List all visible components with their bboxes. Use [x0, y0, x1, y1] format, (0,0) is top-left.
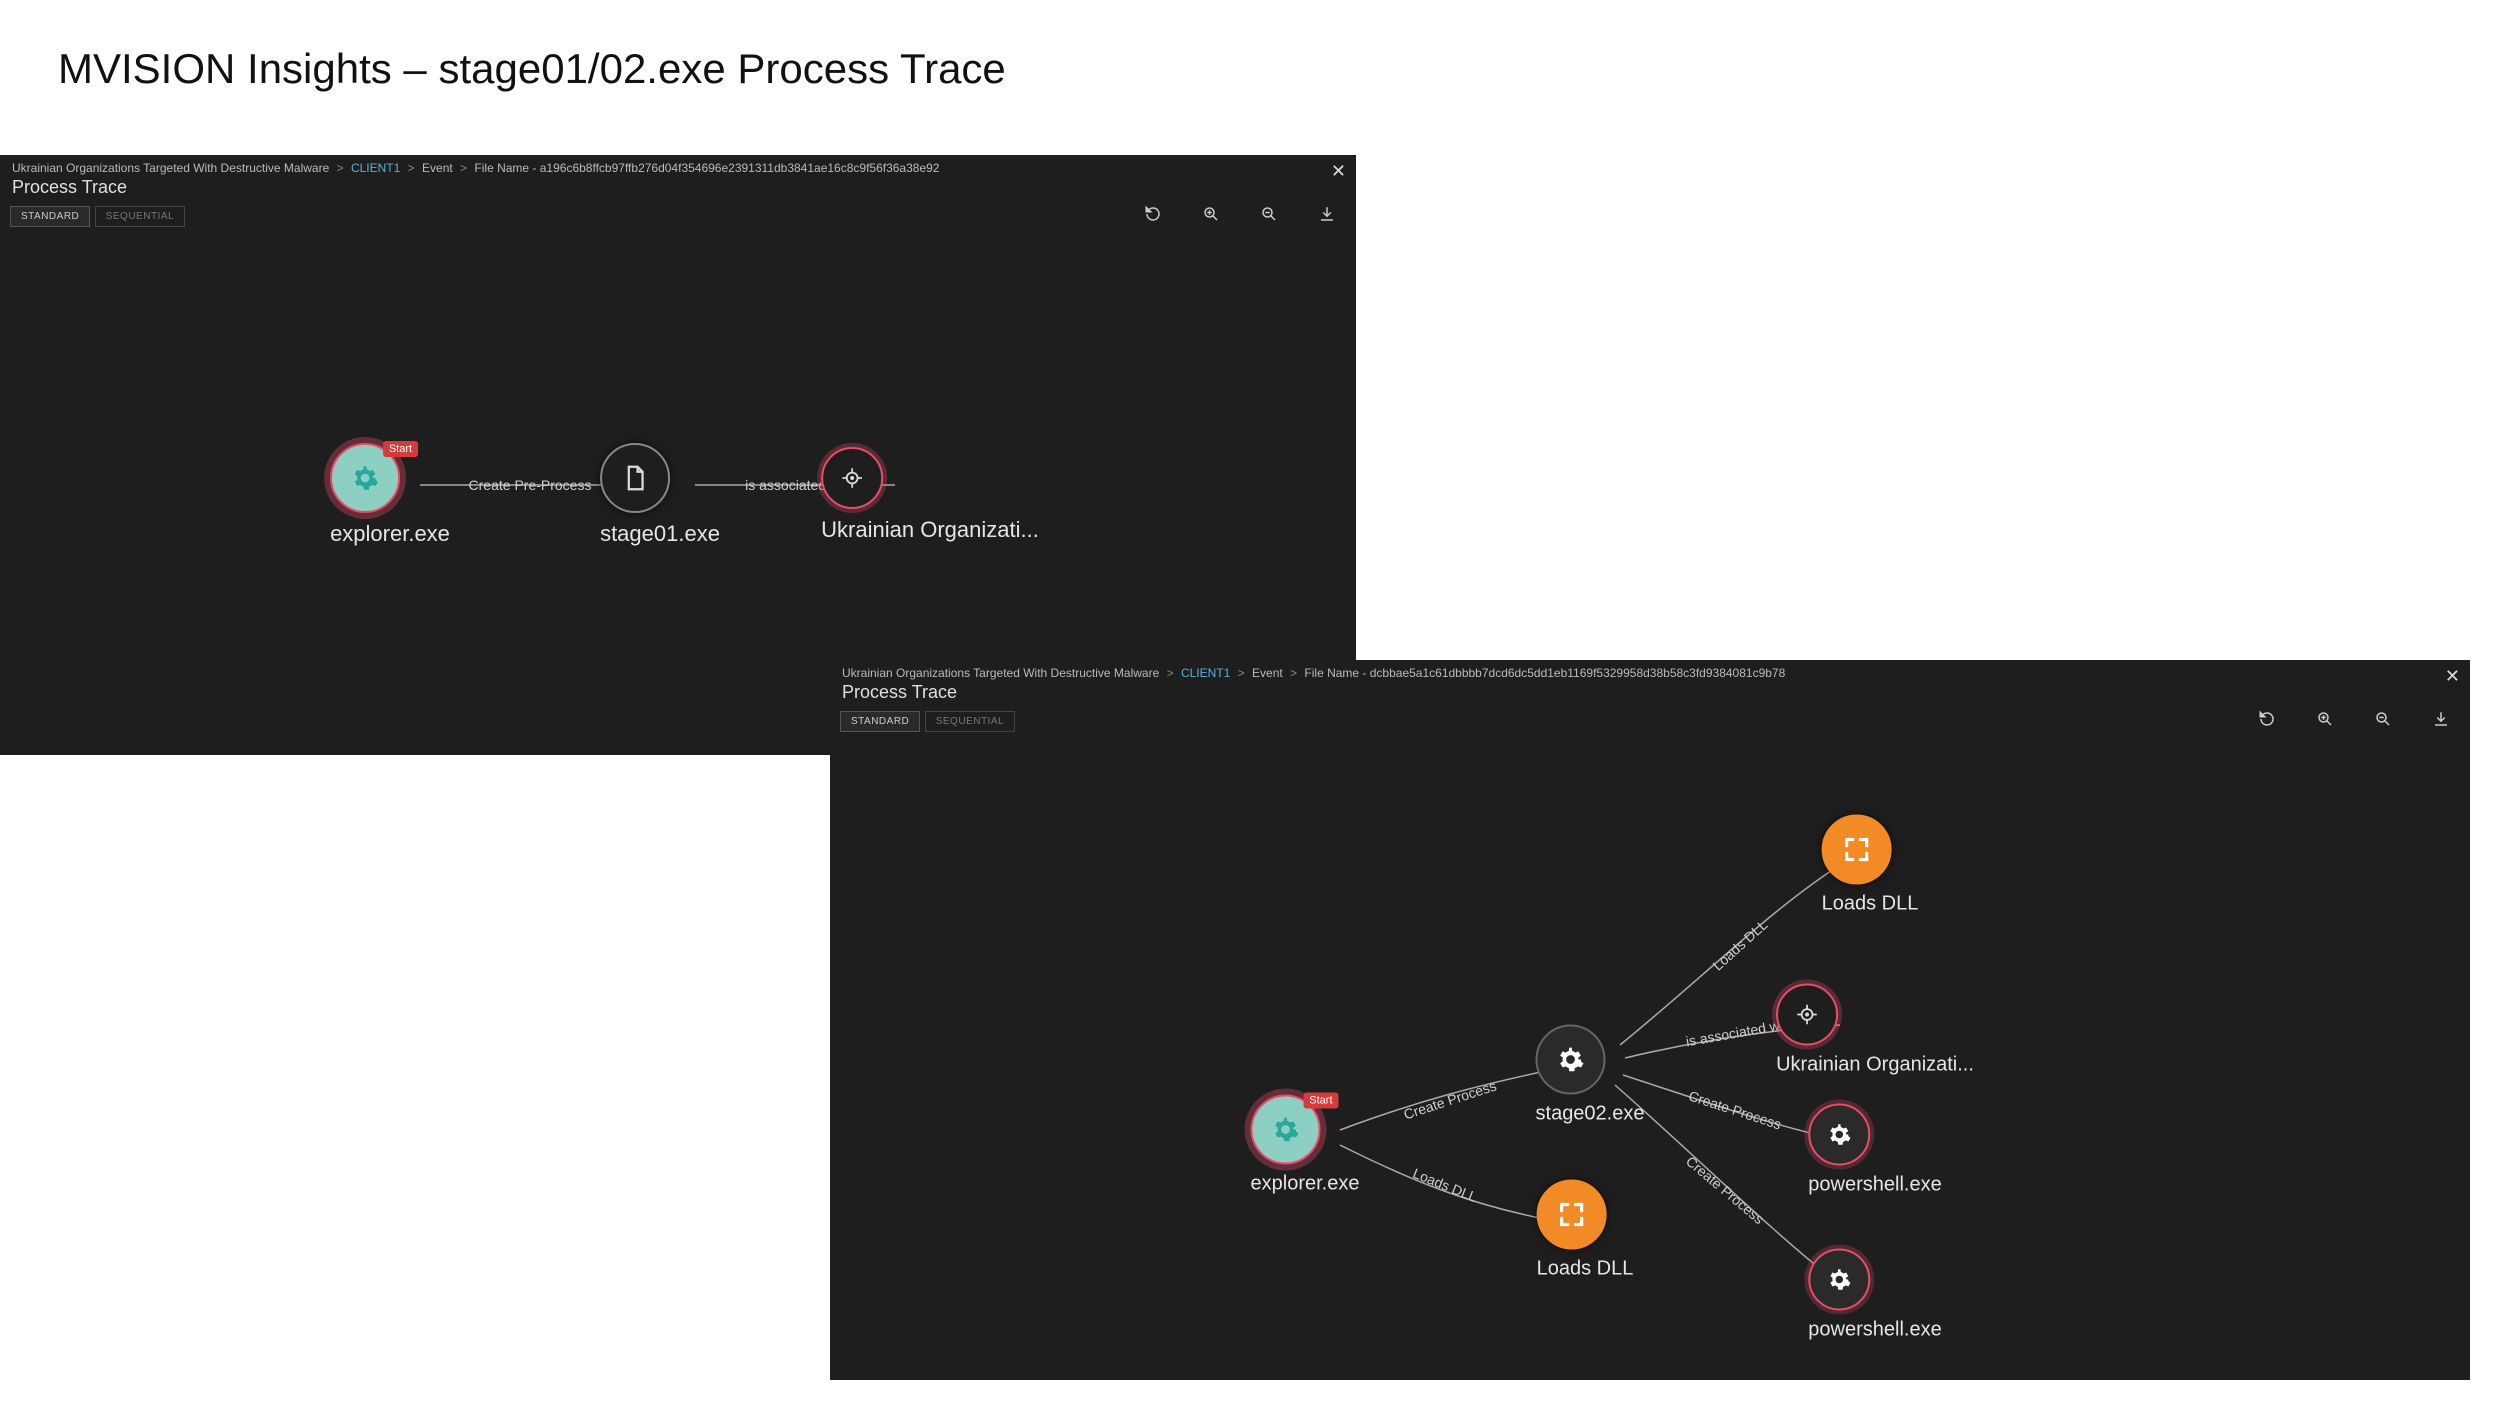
node-label: explorer.exe: [1251, 1173, 1360, 1196]
breadcrumb: Ukrainian Organizations Targeted With De…: [830, 660, 2470, 680]
breadcrumb-file: File Name - dcbbae5a1c61dbbbb7dcd6dc5dd1…: [1304, 666, 1785, 680]
edge-label: Create Pre-Process: [469, 477, 592, 493]
node-label: stage01.exe: [600, 521, 720, 547]
node-loads-dll-bottom[interactable]: Loads DLL: [1537, 1180, 1634, 1281]
expand-icon: [1822, 815, 1892, 885]
expand-icon: [1537, 1180, 1607, 1250]
page-title: MVISION Insights – stage01/02.exe Proces…: [58, 45, 1006, 93]
breadcrumb-event[interactable]: Event: [422, 161, 453, 175]
zoom-in-icon[interactable]: [1202, 205, 1220, 228]
breadcrumb-campaign[interactable]: Ukrainian Organizations Targeted With De…: [12, 161, 329, 175]
node-label: Ukrainian Organizati...: [1776, 1054, 1974, 1077]
panel-title: Process Trace: [0, 175, 1356, 204]
breadcrumb-client[interactable]: CLIENT1: [1181, 666, 1230, 680]
start-badge: Start: [1303, 1093, 1338, 1109]
file-icon: [600, 443, 670, 513]
edge-label: Loads DLL: [1709, 916, 1770, 973]
breadcrumb-file: File Name - a196c6b8ffcb97ffb276d04f3546…: [474, 161, 939, 175]
edge-label: Create Process: [1687, 1087, 1784, 1132]
node-explorer[interactable]: Start explorer.exe: [1251, 1095, 1360, 1196]
breadcrumb-client[interactable]: CLIENT1: [351, 161, 400, 175]
tab-standard[interactable]: STANDARD: [10, 206, 90, 227]
node-stage02[interactable]: stage02.exe: [1536, 1025, 1645, 1126]
node-stage01[interactable]: stage01.exe: [600, 443, 720, 547]
download-icon[interactable]: [1318, 205, 1336, 228]
edge-label: Loads DLL: [1411, 1165, 1480, 1205]
node-label: stage02.exe: [1536, 1103, 1645, 1126]
gear-icon: Start: [330, 443, 400, 513]
breadcrumb-campaign[interactable]: Ukrainian Organizations Targeted With De…: [842, 666, 1159, 680]
reset-icon[interactable]: [1144, 205, 1162, 228]
node-label: Loads DLL: [1822, 893, 1919, 916]
tab-sequential[interactable]: SEQUENTIAL: [95, 206, 185, 227]
graph-canvas[interactable]: Create Process Loads DLL Loads DLL is as…: [830, 730, 2470, 1380]
node-explorer[interactable]: Start explorer.exe: [330, 443, 450, 547]
node-label: powershell.exe: [1808, 1174, 1941, 1197]
start-badge: Start: [383, 441, 418, 457]
view-tabs: STANDARD SEQUENTIAL: [840, 711, 2460, 732]
node-campaign[interactable]: Ukrainian Organizati...: [1776, 984, 1974, 1077]
gear-icon: [1808, 1249, 1870, 1311]
graph-toolbar: [1144, 205, 1336, 228]
node-label: Loads DLL: [1537, 1258, 1634, 1281]
gear-icon: Start: [1251, 1095, 1321, 1165]
zoom-out-icon[interactable]: [1260, 205, 1278, 228]
tab-sequential[interactable]: SEQUENTIAL: [925, 711, 1015, 732]
gear-icon: [1536, 1025, 1606, 1095]
node-powershell-1[interactable]: powershell.exe: [1808, 1104, 1941, 1197]
close-icon[interactable]: ✕: [1331, 161, 1346, 182]
gear-icon: [1808, 1104, 1870, 1166]
node-powershell-2[interactable]: powershell.exe: [1808, 1249, 1941, 1342]
tab-standard[interactable]: STANDARD: [840, 711, 920, 732]
close-icon[interactable]: ✕: [2445, 666, 2460, 687]
breadcrumb: Ukrainian Organizations Targeted With De…: [0, 155, 1356, 175]
node-label: powershell.exe: [1808, 1319, 1941, 1342]
target-icon: [1776, 984, 1838, 1046]
panel-title: Process Trace: [830, 680, 2470, 709]
breadcrumb-event[interactable]: Event: [1252, 666, 1283, 680]
process-trace-panel-stage02: ✕ Ukrainian Organizations Targeted With …: [830, 660, 2470, 1380]
node-campaign[interactable]: Ukrainian Organizati...: [821, 447, 1039, 543]
node-label: explorer.exe: [330, 521, 450, 547]
target-icon: [821, 447, 883, 509]
node-label: Ukrainian Organizati...: [821, 517, 1039, 543]
node-loads-dll-top[interactable]: Loads DLL: [1822, 815, 1919, 916]
edge-label: Create Process: [1683, 1153, 1767, 1227]
edge-label: Create Process: [1402, 1077, 1499, 1122]
